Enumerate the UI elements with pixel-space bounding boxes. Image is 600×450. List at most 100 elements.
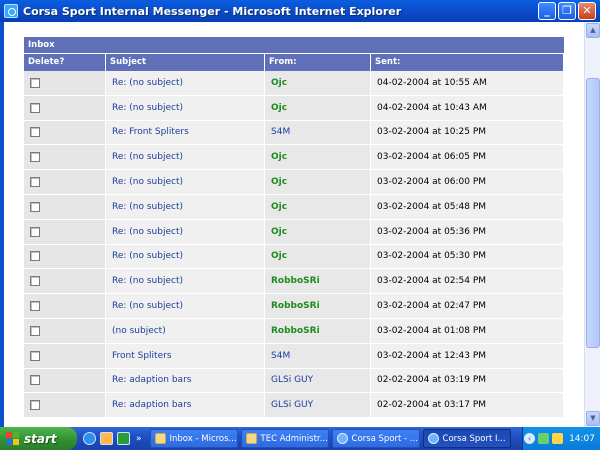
table-row: Re: (no subject) Ojc 03-02-2004 at 05:36 P…	[24, 219, 564, 245]
delete-cell	[24, 343, 106, 368]
delete-cell	[24, 318, 106, 343]
ie-icon	[4, 4, 18, 18]
sent-date: 03-02-2004 at 05:36 PM	[377, 226, 487, 237]
from-link[interactable]: GLSi GUY	[271, 400, 313, 410]
subject-cell: Re: adaption bars	[106, 393, 265, 418]
delete-cell	[24, 244, 106, 269]
delete-checkbox[interactable]	[30, 226, 40, 237]
subject-cell: Re: (no subject)	[106, 269, 265, 294]
from-link[interactable]: Ojc	[271, 202, 287, 212]
table-row: (no subject) RobboSRi 03-02-2004 at 01:08 …	[24, 318, 564, 344]
delete-checkbox[interactable]	[30, 201, 40, 212]
sent-date: 03-02-2004 at 02:54 PM	[377, 276, 487, 287]
sent-date: 03-02-2004 at 05:48 PM	[377, 201, 487, 212]
quicklaunch-more-icon[interactable]: »	[136, 434, 142, 444]
vertical-scrollbar[interactable]: ▲ ▼	[584, 22, 600, 427]
taskbar-button[interactable]: Inbox - Micros...	[149, 429, 238, 448]
delete-checkbox[interactable]	[30, 77, 40, 88]
subject-cell: Re: (no subject)	[106, 194, 265, 219]
subject-link[interactable]: Re: (no subject)	[112, 276, 183, 286]
subject-link[interactable]: Re: (no subject)	[112, 103, 183, 113]
start-button[interactable]: start	[0, 427, 77, 450]
from-cell: Ojc	[265, 71, 371, 95]
scroll-down-button[interactable]: ▼	[586, 411, 600, 426]
clock: 14:07	[569, 433, 595, 444]
subject-link[interactable]: Re: (no subject)	[112, 251, 183, 261]
table-row: Re: (no subject) Ojc 03-02-2004 at 06:00 P…	[24, 170, 564, 195]
delete-checkbox[interactable]	[30, 375, 40, 386]
from-link[interactable]: Ojc	[271, 103, 287, 113]
from-link[interactable]: RobboSRi	[271, 326, 320, 336]
subject-link[interactable]: Re: (no subject)	[112, 78, 183, 88]
taskbar-buttons: Inbox - Micros... TEC Administr... Corsa S…	[149, 429, 511, 448]
from-cell: Ojc	[265, 219, 371, 244]
inbox-table: Inbox Delete? Subject From: Sent: Re: (n…	[24, 37, 564, 419]
subject-link[interactable]: Re: (no subject)	[112, 227, 183, 237]
delete-cell	[24, 269, 106, 294]
from-link[interactable]: GLSi GUY	[271, 375, 313, 385]
taskbar-button[interactable]: Corsa Sport - ...	[331, 429, 420, 448]
delete-checkbox[interactable]	[30, 325, 40, 336]
volume-icon[interactable]	[552, 433, 564, 444]
delete-checkbox[interactable]	[30, 251, 40, 262]
media-quicklaunch-icon[interactable]	[100, 432, 113, 445]
sent-date: 03-02-2004 at 10:25 PM	[377, 127, 487, 138]
subject-link[interactable]: Front Spliters	[112, 351, 172, 361]
table-row: Front Spliters S4M 03-02-2004 at 12:43 PM	[24, 343, 564, 369]
from-link[interactable]: S4M	[271, 127, 290, 137]
table-row: Re: adaption bars GLSi GUY 02-02-2004 at 0…	[24, 368, 564, 394]
delete-checkbox[interactable]	[30, 152, 40, 163]
taskbar-button[interactable]: Corsa Sport I...	[422, 429, 511, 448]
tray-expand-icon[interactable]: ‹	[524, 433, 536, 444]
subject-link[interactable]: Re: (no subject)	[112, 202, 183, 212]
subject-link[interactable]: Re: adaption bars	[112, 400, 191, 410]
scroll-thumb[interactable]	[586, 78, 600, 348]
from-link[interactable]: Ojc	[271, 152, 287, 162]
table-row: Re: adaption bars GLSi GUY 02-02-2004 at 0…	[24, 393, 564, 419]
delete-checkbox[interactable]	[30, 276, 40, 287]
subject-link[interactable]: (no subject)	[112, 326, 166, 336]
from-cell: Ojc	[265, 170, 371, 194]
delete-checkbox[interactable]	[30, 350, 40, 361]
sent-cell: 04-02-2004 at 10:55 AM	[371, 71, 564, 95]
from-link[interactable]: Ojc	[271, 227, 287, 237]
page-content: Inbox Delete? Subject From: Sent: Re: (n…	[0, 22, 584, 427]
scroll-up-button[interactable]: ▲	[586, 23, 600, 38]
maximize-button[interactable]: ❐	[558, 2, 576, 20]
delete-cell	[24, 145, 106, 170]
windows-logo-icon	[6, 431, 20, 446]
subject-cell: Re: Front Spliters	[106, 120, 265, 145]
delete-cell	[24, 71, 106, 95]
from-link[interactable]: RobboSRi	[271, 301, 320, 311]
delete-checkbox[interactable]	[30, 127, 40, 138]
message-list: Re: (no subject) Ojc 04-02-2004 at 10:55 A…	[24, 71, 564, 419]
network-icon[interactable]	[538, 433, 550, 444]
from-link[interactable]: Ojc	[271, 78, 287, 88]
sent-cell: 03-02-2004 at 02:47 PM	[371, 294, 564, 318]
from-cell: Ojc	[265, 244, 371, 269]
from-link[interactable]: Ojc	[271, 251, 287, 261]
ie-quicklaunch-icon[interactable]	[83, 432, 96, 445]
subject-link[interactable]: Re: adaption bars	[112, 375, 191, 385]
excel-quicklaunch-icon[interactable]	[117, 432, 130, 445]
delete-checkbox[interactable]	[30, 177, 40, 188]
delete-checkbox[interactable]	[30, 102, 40, 113]
subject-link[interactable]: Re: (no subject)	[112, 301, 183, 311]
folder-icon	[154, 433, 166, 444]
from-link[interactable]: RobboSRi	[271, 276, 320, 286]
delete-checkbox[interactable]	[30, 301, 40, 312]
system-tray: ‹ 14:07	[522, 427, 600, 450]
from-link[interactable]: S4M	[271, 351, 290, 361]
taskbar-button[interactable]: TEC Administr...	[240, 429, 329, 448]
taskbar-button-label: Inbox - Micros...	[169, 433, 237, 444]
from-link[interactable]: Ojc	[271, 177, 287, 187]
table-row: Re: (no subject) Ojc 04-02-2004 at 10:43 A…	[24, 95, 564, 121]
subject-link[interactable]: Re: Front Spliters	[112, 127, 189, 137]
close-button[interactable]: ✕	[578, 2, 596, 20]
delete-cell	[24, 219, 106, 244]
minimize-button[interactable]: _	[538, 2, 556, 20]
subject-link[interactable]: Re: (no subject)	[112, 177, 183, 187]
table-row: Re: (no subject) RobboSRi 03-02-2004 at 02…	[24, 269, 564, 295]
subject-link[interactable]: Re: (no subject)	[112, 152, 183, 162]
delete-checkbox[interactable]	[30, 400, 40, 411]
